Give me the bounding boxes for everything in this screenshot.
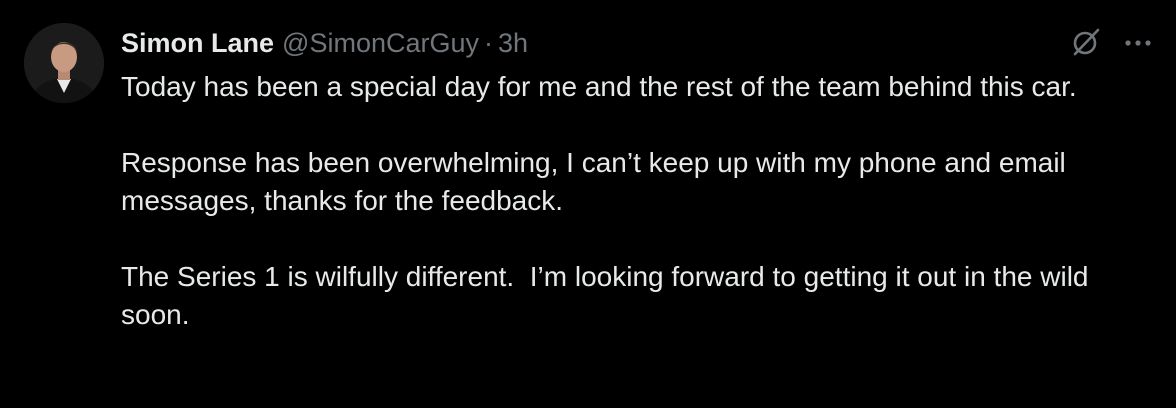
author-handle[interactable]: @SimonCarGuy <box>282 28 479 59</box>
tweet-paragraph: The Series 1 is wilfully different. I’m … <box>121 261 1097 330</box>
grok-button[interactable] <box>1066 24 1106 64</box>
tweet[interactable]: Simon Lane @SimonCarGuy · 3h Today has b… <box>0 0 1176 408</box>
more-icon <box>1124 35 1152 53</box>
avatar[interactable] <box>24 23 104 103</box>
author-name[interactable]: Simon Lane <box>121 28 274 59</box>
tweet-paragraph: Today has been a special day for me and … <box>121 71 1077 102</box>
tweet-paragraph: Response has been overwhelming, I can’t … <box>121 147 1074 216</box>
grok-icon <box>1069 25 1103 64</box>
timestamp[interactable]: 3h <box>498 28 528 59</box>
separator-dot: · <box>484 27 493 58</box>
tweet-header: Simon Lane @SimonCarGuy · 3h <box>121 26 528 60</box>
tweet-text: Today has been a special day for me and … <box>121 68 1161 334</box>
more-button[interactable] <box>1118 24 1158 64</box>
